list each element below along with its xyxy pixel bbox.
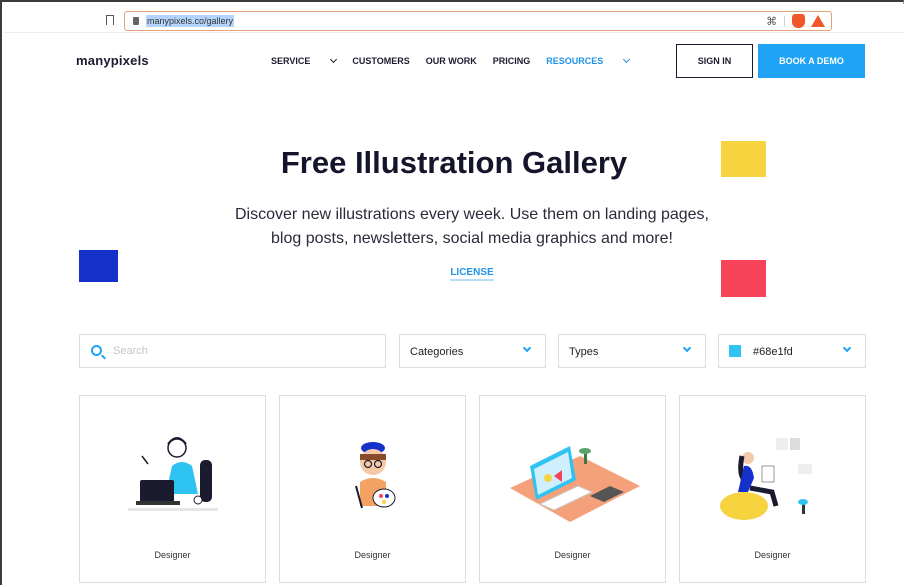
chevron-down-icon [330, 55, 338, 64]
categories-dropdown[interactable]: Categories [399, 334, 546, 368]
designer-desk-isometric-illustration [510, 446, 640, 522]
browser-toolbar: manypixels.co/gallery ⌘ | [4, 4, 904, 32]
bookmark-icon[interactable] [106, 15, 114, 25]
types-dropdown[interactable]: Types [558, 334, 706, 368]
page-title: Free Illustration Gallery [280, 145, 628, 180]
chevron-down-icon [623, 55, 631, 64]
lock-icon [133, 17, 139, 25]
designer-on-beanbag-illustration [720, 438, 812, 520]
nav-item-our-work[interactable]: OUR WORK [426, 56, 477, 66]
card-caption: Designer [554, 550, 591, 560]
nav-item-pricing[interactable]: PRICING [493, 56, 531, 66]
chevron-down-icon [682, 343, 692, 353]
url-text[interactable]: manypixels.co/gallery [146, 15, 235, 27]
color-dropdown[interactable]: #68e1fd [718, 334, 866, 368]
chevron-down-icon [522, 343, 532, 353]
gallery-card[interactable]: Designer [479, 395, 666, 583]
search-box[interactable] [79, 334, 386, 368]
gallery-card[interactable]: Designer [79, 395, 266, 583]
gallery-card[interactable]: Designer [279, 395, 466, 583]
qr-icon[interactable]: ⌘ [766, 15, 777, 28]
license-link-wrap: LICENSE [4, 267, 904, 281]
hero-subtitle: Discover new illustrations every week. U… [234, 206, 709, 247]
color-swatch [729, 345, 741, 357]
main-nav: SERVICE CUSTOMERS OUR WORK PRICING RESOU… [271, 55, 645, 66]
brave-rewards-icon[interactable] [811, 15, 825, 27]
book-demo-button[interactable]: BOOK A DEMO [758, 44, 865, 78]
nav-item-resources[interactable]: RESOURCES [546, 55, 631, 66]
types-label: Types [569, 346, 599, 358]
search-icon [91, 345, 102, 356]
designer-at-laptop-illustration [128, 437, 218, 511]
gallery-card[interactable]: Designer [679, 395, 866, 583]
brave-shield-icon[interactable] [792, 14, 805, 28]
color-value: #68e1fd [753, 346, 793, 358]
card-caption: Designer [754, 550, 791, 560]
chevron-down-icon [842, 343, 852, 353]
sign-in-button[interactable]: SIGN IN [676, 44, 753, 78]
license-link[interactable]: LICENSE [450, 267, 494, 281]
decorative-red-square [721, 260, 766, 297]
designer-with-palette-illustration [355, 442, 396, 509]
address-bar-icons: ⌘ | [766, 14, 825, 28]
card-caption: Designer [154, 550, 191, 560]
card-caption: Designer [354, 550, 391, 560]
search-input[interactable] [113, 342, 373, 360]
logo[interactable]: manypixels [76, 53, 149, 68]
categories-label: Categories [410, 346, 464, 358]
nav-item-service[interactable]: SERVICE [271, 55, 338, 66]
nav-item-customers[interactable]: CUSTOMERS [352, 56, 409, 66]
page: manypixels SERVICE CUSTOMERS OUR WORK PR… [4, 32, 904, 587]
address-bar[interactable]: manypixels.co/gallery ⌘ | [124, 11, 832, 31]
browser-window: manypixels.co/gallery ⌘ | manypixels SER… [0, 0, 904, 587]
